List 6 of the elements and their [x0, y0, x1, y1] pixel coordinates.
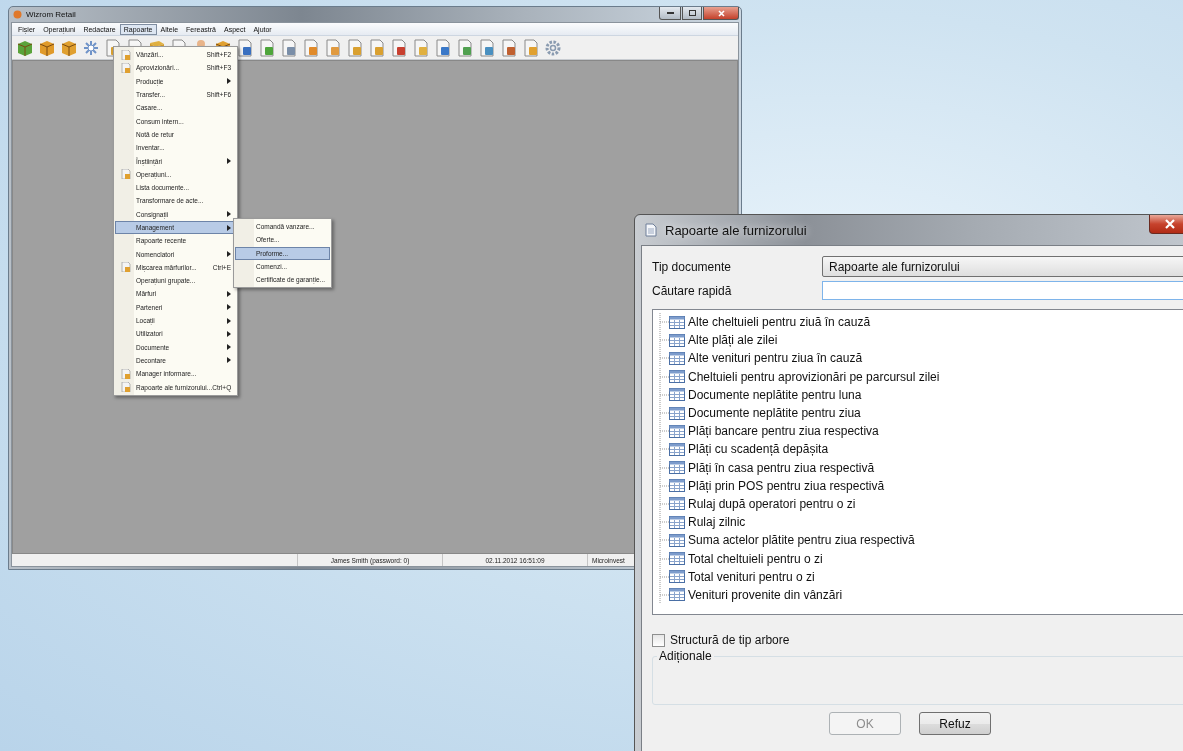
window-title: Wizrom Retail: [26, 10, 76, 19]
group-title: Adiționale: [658, 649, 713, 663]
dialog-title: Rapoarte ale furnizorului: [665, 222, 807, 238]
field-label: Căutare rapidă: [652, 283, 733, 298]
checkbox-label: Structură de tip arbore: [670, 633, 790, 647]
field-label: Tip documente: [652, 259, 732, 274]
